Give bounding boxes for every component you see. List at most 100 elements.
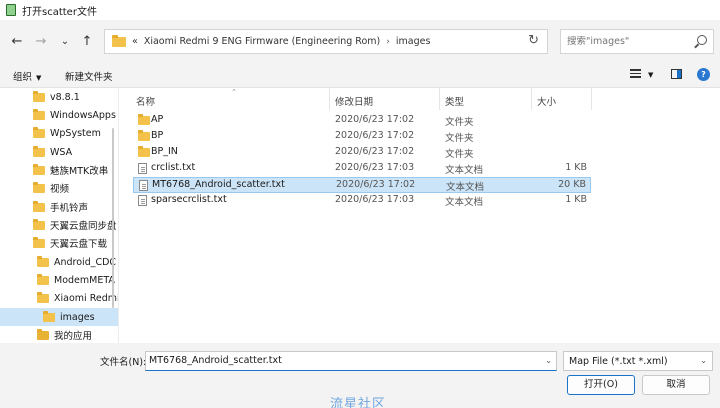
breadcrumb-images[interactable]: images: [396, 36, 431, 47]
help-icon[interactable]: ?: [697, 68, 710, 81]
watermark-text: 流星社区: [330, 397, 387, 408]
column-divider[interactable]: [329, 88, 330, 110]
folder-icon: [33, 90, 45, 102]
back-arrow-icon[interactable]: ←: [8, 32, 26, 50]
sidebar-item-label: 魅族MTK改串: [50, 166, 109, 177]
folder-icon: [33, 200, 45, 212]
sidebar-scrollbar[interactable]: [110, 88, 116, 343]
breadcrumb-firmware[interactable]: Xiaomi Redmi 9 ENG Firmware (Engineering…: [144, 36, 380, 47]
toolbar: 组织 ▼ 新建文件夹 ▼ ?: [0, 62, 720, 88]
folder-icon: [33, 108, 45, 120]
chevron-down-icon[interactable]: ⌄: [545, 356, 552, 365]
file-row[interactable]: BP 2020/6/23 17:02 文件夹: [133, 129, 591, 145]
file-row[interactable]: AP 2020/6/23 17:02 文件夹: [133, 113, 591, 129]
folder-icon: [138, 130, 150, 141]
sidebar-scrollbar-thumb[interactable]: [112, 128, 114, 308]
sidebar-item-xiaomi-redmi[interactable]: Xiaomi Redmi: [0, 289, 118, 307]
file-type: 文本文档: [446, 182, 485, 193]
sidebar-item-wpsystem[interactable]: WpSystem: [0, 124, 118, 142]
folder-icon: [43, 310, 55, 322]
breadcrumb-overflow[interactable]: «: [132, 36, 138, 47]
sidebar-item-cloud-sync[interactable]: 天翼云盘同步盘: [0, 216, 118, 234]
app-icon: [6, 4, 16, 16]
sidebar-item-label: 天翼云盘同步盘: [50, 221, 117, 232]
forward-arrow-icon[interactable]: →: [32, 32, 50, 50]
up-arrow-icon[interactable]: ↑: [78, 32, 96, 50]
view-chevron-down-icon[interactable]: ▼: [648, 71, 653, 79]
sidebar-item-ringtones[interactable]: 手机铃声: [0, 198, 118, 216]
open-button[interactable]: 打开(O): [567, 375, 635, 395]
file-date: 2020/6/23 17:03: [335, 194, 415, 205]
file-type: 文件夹: [445, 149, 474, 160]
sidebar-item-label: v8.8.1: [50, 91, 80, 103]
sidebar-item-windowsapps[interactable]: WindowsApps: [0, 106, 118, 124]
sidebar-item-label: 手机铃声: [50, 203, 89, 214]
sidebar-item-label: WpSystem: [50, 127, 101, 139]
file-date: 2020/6/23 17:02: [336, 179, 416, 190]
text-document-icon: [139, 180, 148, 191]
column-divider[interactable]: [439, 88, 440, 110]
search-input[interactable]: [567, 36, 693, 47]
organize-label: 组织: [13, 72, 33, 83]
sidebar-item-android-cdc[interactable]: Android_CDC: [0, 253, 118, 271]
sidebar-item-modemmeta[interactable]: ModemMETA: [0, 271, 118, 289]
sidebar-item-meizu-mtk[interactable]: 魅族MTK改串: [0, 161, 118, 179]
folder-icon: [37, 255, 49, 267]
sidebar-item-wsa[interactable]: WSA: [0, 143, 118, 161]
file-row-selected[interactable]: MT6768_Android_scatter.txt 2020/6/23 17:…: [133, 177, 591, 193]
sidebar-item-label: images: [60, 311, 95, 323]
file-name: MT6768_Android_scatter.txt: [152, 179, 285, 190]
file-name: AP: [151, 114, 164, 125]
file-type: 文件夹: [445, 133, 474, 144]
column-divider[interactable]: [531, 88, 532, 110]
column-size-header[interactable]: 大小: [537, 94, 556, 108]
search-icon[interactable]: [697, 35, 707, 45]
column-divider[interactable]: [591, 88, 592, 110]
sidebar-item-my-apps[interactable]: 我的应用: [0, 326, 118, 343]
file-size: 20 KB: [558, 179, 586, 190]
breadcrumb-separator-icon[interactable]: ›: [386, 37, 390, 47]
filename-combobox[interactable]: ⌄: [145, 351, 557, 371]
folder-icon: [33, 218, 45, 230]
folder-icon: [138, 146, 150, 157]
sidebar-item-label: Xiaomi Redmi: [54, 292, 118, 304]
column-type-header[interactable]: 类型: [445, 94, 464, 108]
file-type-filter-select[interactable]: Map File (*.txt *.xml) ⌄: [563, 351, 713, 371]
sidebar-item-label: WSA: [50, 146, 73, 158]
file-row[interactable]: BP_IN 2020/6/23 17:02 文件夹: [133, 145, 591, 161]
view-options-icon[interactable]: [630, 69, 641, 79]
chevron-down-icon: ▼: [36, 74, 42, 82]
search-box[interactable]: [560, 29, 714, 54]
sort-ascending-icon: ⌃: [231, 88, 237, 96]
filename-label: 文件名(N):: [100, 357, 147, 368]
sidebar-item-cloud-downloads[interactable]: 天翼云盘下载: [0, 234, 118, 252]
folder-icon: [33, 145, 45, 157]
folder-icon: [33, 126, 45, 138]
file-row[interactable]: sparsecrclist.txt 2020/6/23 17:03 文本文档 1…: [133, 193, 591, 209]
column-date-header[interactable]: 修改日期: [335, 94, 373, 108]
folder-icon: [37, 328, 49, 340]
sidebar-item-images[interactable]: images: [0, 308, 118, 326]
recent-locations-chevron-icon[interactable]: ⌄: [56, 32, 74, 50]
address-bar[interactable]: « Xiaomi Redmi 9 ENG Firmware (Engineeri…: [104, 29, 548, 54]
file-row[interactable]: crclist.txt 2020/6/23 17:03 文本文档 1 KB: [133, 161, 591, 177]
refresh-icon[interactable]: ↻: [528, 33, 539, 48]
sidebar-item-label: 天翼云盘下载: [50, 239, 108, 250]
filename-input[interactable]: [149, 355, 539, 366]
folder-icon: [33, 236, 45, 248]
file-date: 2020/6/23 17:02: [335, 114, 415, 125]
sidebar-item-videos[interactable]: 视频: [0, 179, 118, 197]
file-name: crclist.txt: [151, 162, 196, 173]
column-name-header[interactable]: 名称: [136, 94, 155, 108]
cancel-button[interactable]: 取消: [642, 375, 710, 395]
dialog-footer: 文件名(N): ⌄ Map File (*.txt *.xml) ⌄ 打开(O)…: [0, 343, 720, 408]
title-bar: 打开scatter文件: [0, 0, 720, 20]
new-folder-button[interactable]: 新建文件夹: [65, 69, 113, 83]
sidebar-item-v881[interactable]: v8.8.1: [0, 88, 118, 106]
sidebar-item-label: Android_CDC: [54, 256, 117, 268]
preview-pane-icon[interactable]: [671, 69, 682, 79]
file-date: 2020/6/23 17:03: [335, 162, 415, 173]
file-list-scrollbar[interactable]: [713, 88, 720, 343]
organize-menu[interactable]: 组织 ▼: [13, 69, 41, 83]
file-date: 2020/6/23 17:02: [335, 130, 415, 141]
